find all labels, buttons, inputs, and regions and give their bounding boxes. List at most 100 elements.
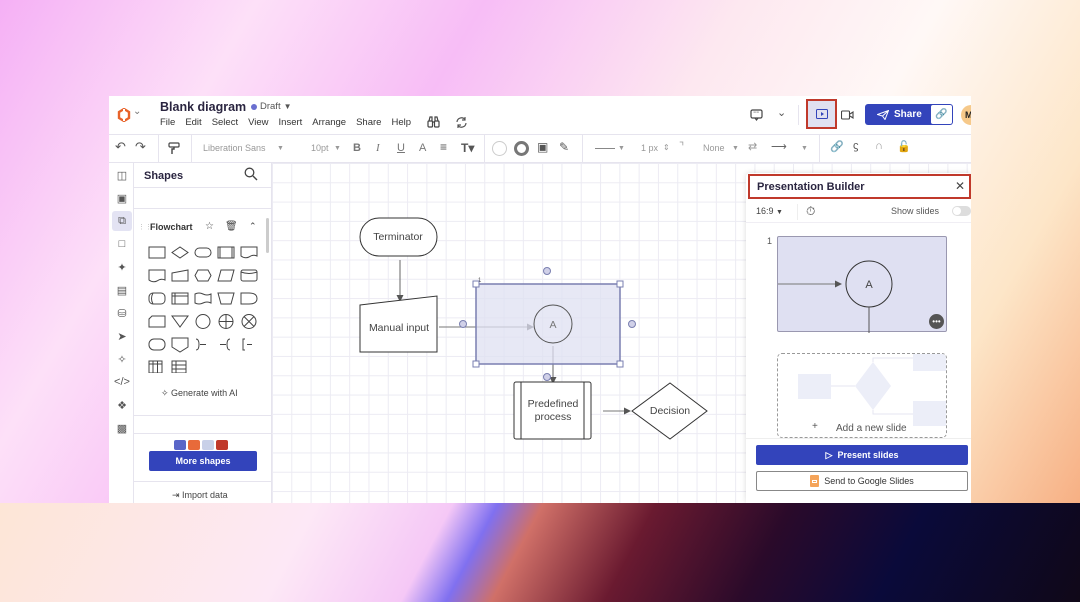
line-routing-icon[interactable]: ⌝ bbox=[679, 140, 684, 153]
line-color-swatch[interactable] bbox=[514, 141, 529, 156]
caret-down-icon[interactable]: ▼ bbox=[334, 145, 341, 152]
fill-color-swatch[interactable] bbox=[492, 141, 507, 156]
pointer-image-icon[interactable]: ▩ bbox=[112, 418, 132, 438]
timer-icon[interactable]: ⏱ bbox=[806, 204, 815, 219]
page-layout-icon[interactable]: ◫ bbox=[112, 165, 132, 185]
line-style-icon[interactable] bbox=[595, 148, 615, 149]
line-end-arrow-icon[interactable]: ⟶ bbox=[771, 140, 787, 153]
swap-arrows-icon[interactable]: ⇄ bbox=[748, 140, 757, 153]
magnet-icon[interactable]: ∩ bbox=[875, 140, 883, 152]
chevron-down-icon[interactable]: ⌄ bbox=[133, 106, 141, 117]
search-icon[interactable] bbox=[244, 167, 258, 181]
align-text-icon[interactable]: ≡ bbox=[440, 140, 447, 154]
resize-handle bbox=[616, 360, 624, 368]
stepper-icon[interactable]: ⇕ bbox=[663, 143, 670, 152]
line-width-select[interactable]: 1 px bbox=[641, 143, 658, 153]
ai-sparkle-icon[interactable]: ✧ bbox=[112, 349, 132, 369]
database-icon[interactable]: ⛁ bbox=[112, 303, 132, 323]
divider bbox=[134, 187, 272, 188]
present-slides-button[interactable]: ▷ Present slides bbox=[756, 445, 968, 465]
undo-icon[interactable]: ↶ bbox=[115, 139, 126, 155]
menu-arrange[interactable]: Arrange bbox=[312, 117, 346, 128]
lock-icon[interactable]: 🔓 bbox=[897, 140, 911, 153]
share-button[interactable]: Share bbox=[865, 109, 931, 120]
caret-down-icon[interactable]: ▼ bbox=[277, 145, 284, 152]
comment-icon[interactable]: " " bbox=[750, 109, 763, 121]
import-data-button[interactable]: ⇥ Import data bbox=[172, 490, 228, 501]
underline-icon[interactable]: U bbox=[397, 142, 405, 154]
menu-help[interactable]: Help bbox=[391, 117, 411, 128]
link-icon[interactable]: 🔗 bbox=[830, 140, 844, 153]
shapes-scrollbar[interactable] bbox=[266, 218, 269, 253]
desktop-wallpaper bbox=[0, 503, 1080, 602]
font-family-select[interactable]: Liberation Sans bbox=[203, 143, 266, 153]
close-icon[interactable]: ✕ bbox=[955, 179, 965, 193]
presentation-mode-button[interactable] bbox=[806, 99, 837, 129]
draft-status-dropdown[interactable]: Draft ▼ bbox=[251, 101, 292, 112]
binoculars-icon[interactable] bbox=[427, 116, 440, 129]
node-predefined-label-2: process bbox=[535, 411, 572, 423]
text-options-icon[interactable]: T▾ bbox=[461, 141, 474, 155]
video-camera-icon[interactable] bbox=[841, 110, 854, 120]
shape-document bbox=[240, 246, 258, 259]
menu-select[interactable]: Select bbox=[212, 117, 238, 128]
shape-annotation-right bbox=[195, 338, 206, 351]
left-icon-bar: ◫ ▣ ⧉ □ ✦ ▤ ⛁ ➤ ✧ </> ❖ ▩ bbox=[109, 163, 134, 503]
more-shapes-button[interactable]: More shapes bbox=[149, 451, 257, 471]
divider bbox=[158, 135, 159, 163]
action-lightning-icon[interactable]: ϛ bbox=[853, 140, 859, 152]
bold-icon[interactable]: B bbox=[353, 142, 361, 154]
menu-bar: File Edit Select View Insert Arrange Sha… bbox=[160, 117, 421, 128]
sync-icon[interactable] bbox=[455, 116, 468, 129]
line-start-select[interactable]: None bbox=[703, 143, 725, 153]
send-to-google-slides-button[interactable]: Send to Google Slides bbox=[756, 471, 968, 491]
rocket-icon[interactable]: ➤ bbox=[112, 326, 132, 346]
format-painter-icon[interactable] bbox=[168, 142, 180, 155]
chevron-down-icon[interactable]: ⌄ bbox=[777, 106, 786, 119]
svg-text:": " bbox=[754, 112, 756, 118]
menu-share[interactable]: Share bbox=[356, 117, 381, 128]
redo-icon[interactable]: ↷ bbox=[135, 139, 146, 155]
puzzle-icon[interactable]: ❖ bbox=[112, 395, 132, 415]
caret-down-icon[interactable]: ▼ bbox=[801, 145, 808, 152]
aspect-ratio-select[interactable]: 16:9 ▼ bbox=[756, 206, 783, 216]
shape-card bbox=[148, 315, 166, 328]
app-logo-icon[interactable] bbox=[117, 108, 131, 122]
magic-wand-icon[interactable]: ✦ bbox=[112, 257, 132, 277]
menu-insert[interactable]: Insert bbox=[279, 117, 303, 128]
user-avatar[interactable]: M bbox=[961, 105, 971, 125]
status-dot-icon bbox=[251, 103, 257, 110]
menu-file[interactable]: File bbox=[160, 117, 175, 128]
shapes-icon[interactable]: ⧉ bbox=[112, 211, 132, 231]
caret-down-icon[interactable]: ▼ bbox=[618, 145, 625, 152]
image-icon[interactable]: ▤ bbox=[112, 280, 132, 300]
star-icon[interactable]: ☆ bbox=[205, 221, 214, 232]
slide-more-options-icon[interactable]: ••• bbox=[929, 314, 944, 329]
shape-manual-op bbox=[217, 292, 235, 305]
divider bbox=[134, 481, 272, 482]
font-size-select[interactable]: 10pt bbox=[311, 143, 329, 153]
text-color-icon[interactable]: A bbox=[419, 142, 426, 154]
chevron-up-icon[interactable]: ⌃ bbox=[249, 221, 257, 232]
shape-options-icon[interactable]: ▣ bbox=[537, 140, 548, 154]
style-options-icon[interactable]: ✎ bbox=[559, 140, 569, 154]
menu-view[interactable]: View bbox=[248, 117, 268, 128]
divider bbox=[191, 135, 192, 163]
menu-edit[interactable]: Edit bbox=[185, 117, 201, 128]
document-title[interactable]: Blank diagram bbox=[160, 100, 246, 114]
add-slide-placeholder[interactable]: + Add a new slide bbox=[777, 353, 947, 438]
italic-icon[interactable]: I bbox=[376, 142, 380, 154]
copy-link-button[interactable]: 🔗 bbox=[931, 105, 952, 124]
caret-down-icon[interactable]: ▼ bbox=[732, 145, 739, 152]
show-slides-toggle[interactable] bbox=[952, 206, 971, 216]
trash-icon[interactable]: 🗑 bbox=[225, 221, 238, 232]
slide-thumbnail[interactable]: A ••• bbox=[777, 236, 947, 333]
generate-with-ai-button[interactable]: ✧ Generate with AI bbox=[161, 388, 238, 399]
flowchart-section-title[interactable]: Flowchart bbox=[150, 222, 193, 232]
frame-icon[interactable]: □ bbox=[112, 234, 132, 254]
shape-multi-doc bbox=[148, 269, 166, 283]
code-icon[interactable]: </> bbox=[112, 372, 132, 392]
fill-drop-icon[interactable]: ▣ bbox=[112, 188, 132, 208]
shape-merge bbox=[171, 315, 189, 328]
node-decision-label: Decision bbox=[650, 405, 690, 417]
